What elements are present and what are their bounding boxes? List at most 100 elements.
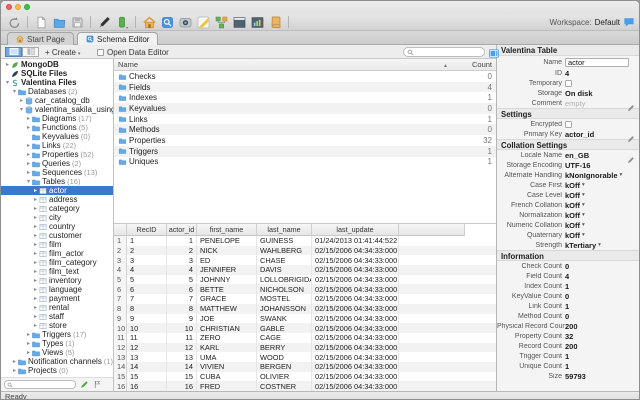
sidebar-item-city[interactable]: ▸ city xyxy=(1,213,113,222)
grid-row[interactable]: 9 9 9 JOE SWANK 02/15/2006 04:34:33:000 xyxy=(114,313,496,324)
chevron-right-icon[interactable]: ▸ xyxy=(32,187,39,194)
sidebar-item-sequences[interactable]: ▸ Sequences (13) xyxy=(1,168,113,177)
diagram-icon[interactable] xyxy=(213,15,229,30)
grid-cell[interactable]: 02/15/2006 04:34:33:000 xyxy=(312,265,399,275)
save-icon[interactable] xyxy=(69,15,85,30)
grid-cell[interactable]: ZERO xyxy=(197,332,257,343)
grid-row[interactable]: 11 11 11 ZERO CAGE 02/15/2006 04:34:33:000 xyxy=(114,332,496,343)
report-icon[interactable] xyxy=(249,15,265,30)
grid-cell[interactable]: 02/15/2006 04:34:33:000 xyxy=(312,332,399,343)
sidebar-item-tables[interactable]: ▾ Tables (16) xyxy=(1,177,113,186)
grid-cell[interactable]: CAGE xyxy=(257,332,312,343)
edit-pencil-green-icon[interactable] xyxy=(79,380,89,390)
chevron-right-icon[interactable]: ▸ xyxy=(11,367,18,374)
grid-cell[interactable]: 4 xyxy=(127,265,167,275)
chevron-right-icon[interactable]: ▸ xyxy=(25,340,32,347)
grid-cell[interactable]: 02/15/2006 04:34:33:000 xyxy=(312,342,399,353)
chevron-right-icon[interactable]: ▸ xyxy=(25,169,32,176)
edit-pencil-icon[interactable] xyxy=(627,151,636,164)
chevron-right-icon[interactable]: ▸ xyxy=(32,196,39,203)
grid-cell[interactable]: CUBA xyxy=(197,371,257,382)
grid-row[interactable]: 5 5 5 JOHNNY LOLLOBRIGIDA 02/15/2006 04:34:33… xyxy=(114,274,496,285)
chevron-right-icon[interactable]: ▸ xyxy=(25,115,32,122)
tab-schema-editor[interactable]: Schema Editor xyxy=(77,32,159,45)
book-icon[interactable] xyxy=(267,15,283,30)
sidebar-item-keyvalues[interactable]: Keyvalues (0) xyxy=(1,132,113,141)
grid-cell[interactable]: WOOD xyxy=(257,352,312,362)
chevron-right-icon[interactable]: ▸ xyxy=(32,214,39,221)
chevron-down-icon[interactable]: ▾ xyxy=(4,79,11,86)
grid-cell[interactable]: 13 xyxy=(127,352,167,362)
sidebar-item-databases[interactable]: ▾ Databases (2) xyxy=(1,87,113,96)
schema-list-item-uniques[interactable]: Uniques 1 xyxy=(114,157,496,168)
chevron-right-icon[interactable]: ▸ xyxy=(11,358,18,365)
sidebar-item-country[interactable]: ▸ country xyxy=(1,222,113,231)
minimize-window-button[interactable] xyxy=(15,4,21,10)
grid-cell[interactable]: NICK xyxy=(197,245,257,256)
dropdown-stepper-icon[interactable]: ▾ xyxy=(582,202,585,208)
grid-row[interactable]: 10 10 10 CHRISTIAN GABLE 02/15/2006 04:34:33:… xyxy=(114,323,496,333)
window-icon[interactable] xyxy=(231,15,247,30)
grid-cell[interactable]: 10 xyxy=(127,323,167,333)
workspace-value[interactable]: Default xyxy=(595,18,620,27)
grid-cell[interactable]: VIVIEN xyxy=(197,361,257,372)
sidebar-item-category[interactable]: ▸ category xyxy=(1,204,113,213)
sql-editor-icon[interactable] xyxy=(195,15,211,30)
sidebar-item-links[interactable]: ▸ Links (22) xyxy=(1,141,113,150)
undo-icon[interactable] xyxy=(6,15,22,30)
sidebar-item-valentina-sakila-using-fo[interactable]: ▾ valentina_sakila_using_fo... xyxy=(1,105,113,114)
grid-cell[interactable]: JOHNNY xyxy=(197,274,257,285)
grid-cell[interactable]: 8 xyxy=(167,303,197,314)
chevron-right-icon[interactable]: ▸ xyxy=(32,277,39,284)
grid-cell[interactable]: 1 xyxy=(167,236,197,246)
grid-cell[interactable]: 6 xyxy=(167,284,197,295)
chevron-right-icon[interactable]: ▸ xyxy=(32,313,39,320)
chevron-right-icon[interactable]: ▸ xyxy=(25,349,32,356)
grid-cell[interactable]: 02/15/2006 04:34:33:000 xyxy=(312,323,399,333)
close-window-button[interactable] xyxy=(6,4,12,10)
grid-cell[interactable]: 02/15/2006 04:34:33:000 xyxy=(312,245,399,256)
grid-cell[interactable]: DAVIS xyxy=(257,265,312,275)
grid-row[interactable]: 7 7 7 GRACE MOSTEL 02/15/2006 04:34:33:000 xyxy=(114,294,496,304)
open-data-editor-checkbox[interactable] xyxy=(97,48,104,56)
encrypted-checkbox[interactable] xyxy=(565,120,572,128)
grid-cell[interactable]: LOLLOBRIGIDA xyxy=(257,274,312,285)
column-green-icon[interactable] xyxy=(114,15,130,30)
count-column-header[interactable]: Count xyxy=(472,60,492,69)
sidebar-item-inventory[interactable]: ▸ inventory xyxy=(1,276,113,285)
grid-cell[interactable]: 9 xyxy=(127,313,167,324)
chevron-down-icon[interactable]: ▾ xyxy=(11,88,18,95)
sidebar-item-projects[interactable]: ▸ Projects (0) xyxy=(1,366,113,375)
chevron-right-icon[interactable]: ▸ xyxy=(4,61,11,68)
grid-row[interactable]: 13 13 13 UMA WOOD 02/15/2006 04:34:33:000 xyxy=(114,352,496,362)
chevron-right-icon[interactable]: ▸ xyxy=(32,259,39,266)
grid-row[interactable]: 4 4 4 JENNIFER DAVIS 02/15/2006 04:34:33:000 xyxy=(114,265,496,275)
sidebar-item-car-catalog-db[interactable]: ▸ car_catalog_db xyxy=(1,96,113,105)
schema-list-item-properties[interactable]: Properties 32 xyxy=(114,135,496,146)
grid-cell[interactable]: KARL xyxy=(197,342,257,353)
grid-cell[interactable]: 5 xyxy=(167,274,197,285)
schema-editor-icon[interactable] xyxy=(159,15,175,30)
chevron-right-icon[interactable]: ▸ xyxy=(32,241,39,248)
grid-cell[interactable]: 12 xyxy=(127,342,167,353)
grid-cell[interactable]: PENELOPE xyxy=(197,236,257,246)
schema-list-item-methods[interactable]: Methods 0 xyxy=(114,124,496,136)
grid-cell[interactable]: 14 xyxy=(167,361,197,372)
name-input[interactable] xyxy=(565,57,629,67)
grid-cell[interactable]: FRED xyxy=(197,381,257,391)
sidebar-item-triggers[interactable]: ▸ Triggers (17) xyxy=(1,330,113,339)
zoom-window-button[interactable] xyxy=(24,4,30,10)
grid-row[interactable]: 15 15 15 CUBA OLIVIER 02/15/2006 04:34:33:000 xyxy=(114,371,496,382)
sidebar-item-film-text[interactable]: ▸ film_text xyxy=(1,267,113,276)
chevron-down-icon[interactable]: ▾ xyxy=(18,106,25,113)
grid-cell[interactable]: 5 xyxy=(127,274,167,285)
dropdown-stepper-icon[interactable]: ▾ xyxy=(598,242,601,248)
sidebar-item-sqlite-files[interactable]: SQLite Files xyxy=(1,69,113,78)
dropdown-stepper-icon[interactable]: ▾ xyxy=(582,232,585,238)
chevron-right-icon[interactable]: ▸ xyxy=(32,268,39,275)
grid-cell[interactable]: 02/15/2006 04:34:33:000 xyxy=(312,371,399,382)
grid-cell[interactable]: 1 xyxy=(127,236,167,246)
schema-list-item-fields[interactable]: Fields 4 xyxy=(114,81,496,93)
grid-row[interactable]: 6 6 6 BETTE NICHOLSON 02/15/2006 04:34:33:000 xyxy=(114,284,496,295)
grid-cell[interactable]: 6 xyxy=(127,284,167,295)
